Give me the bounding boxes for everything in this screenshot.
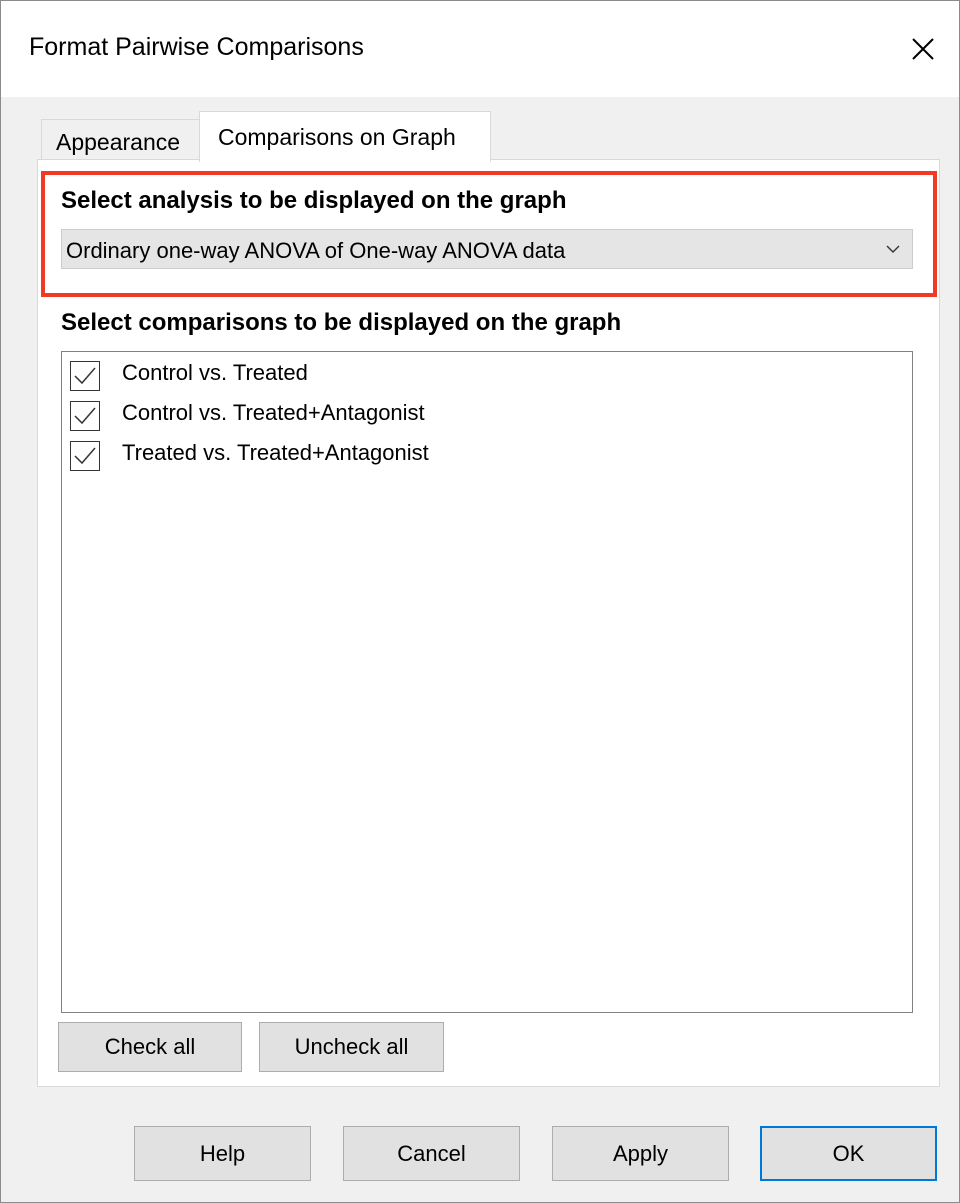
close-button[interactable] — [887, 1, 959, 97]
ok-button[interactable]: OK — [760, 1126, 937, 1181]
list-item[interactable]: Control vs. Treated+Antagonist — [68, 396, 898, 431]
cancel-button[interactable]: Cancel — [343, 1126, 520, 1181]
tab-comparisons-label: Comparisons on Graph — [218, 124, 456, 150]
tab-appearance[interactable]: Appearance — [41, 119, 201, 161]
comparison-label: Treated vs. Treated+Antagonist — [122, 440, 429, 465]
help-button[interactable]: Help — [134, 1126, 311, 1181]
close-icon — [912, 38, 934, 60]
comparison-label: Control vs. Treated — [122, 360, 308, 385]
checkmark-icon — [74, 367, 96, 385]
uncheck-all-button[interactable]: Uncheck all — [259, 1022, 444, 1072]
list-item[interactable]: Control vs. Treated — [68, 356, 898, 391]
comparisons-heading: Select comparisons to be displayed on th… — [61, 309, 622, 336]
comparison-checkbox[interactable] — [70, 361, 100, 391]
format-pairwise-comparisons-dialog: Format Pairwise Comparisons Appearance C… — [0, 0, 960, 1203]
comparisons-list[interactable]: Control vs. Treated Control vs. Treated+… — [61, 351, 913, 1013]
comparison-label: Control vs. Treated+Antagonist — [122, 400, 425, 425]
comparison-checkbox[interactable] — [70, 401, 100, 431]
comparison-checkbox[interactable] — [70, 441, 100, 471]
list-item[interactable]: Treated vs. Treated+Antagonist — [68, 436, 898, 471]
analysis-highlight-box — [41, 171, 937, 297]
title-bar: Format Pairwise Comparisons — [1, 1, 959, 97]
tab-comparisons-on-graph[interactable]: Comparisons on Graph — [199, 111, 491, 162]
check-all-button[interactable]: Check all — [58, 1022, 242, 1072]
checkmark-icon — [74, 407, 96, 425]
apply-button[interactable]: Apply — [552, 1126, 729, 1181]
checkmark-icon — [74, 447, 96, 465]
tab-appearance-label: Appearance — [56, 129, 181, 155]
dialog-title: Format Pairwise Comparisons — [29, 33, 364, 61]
